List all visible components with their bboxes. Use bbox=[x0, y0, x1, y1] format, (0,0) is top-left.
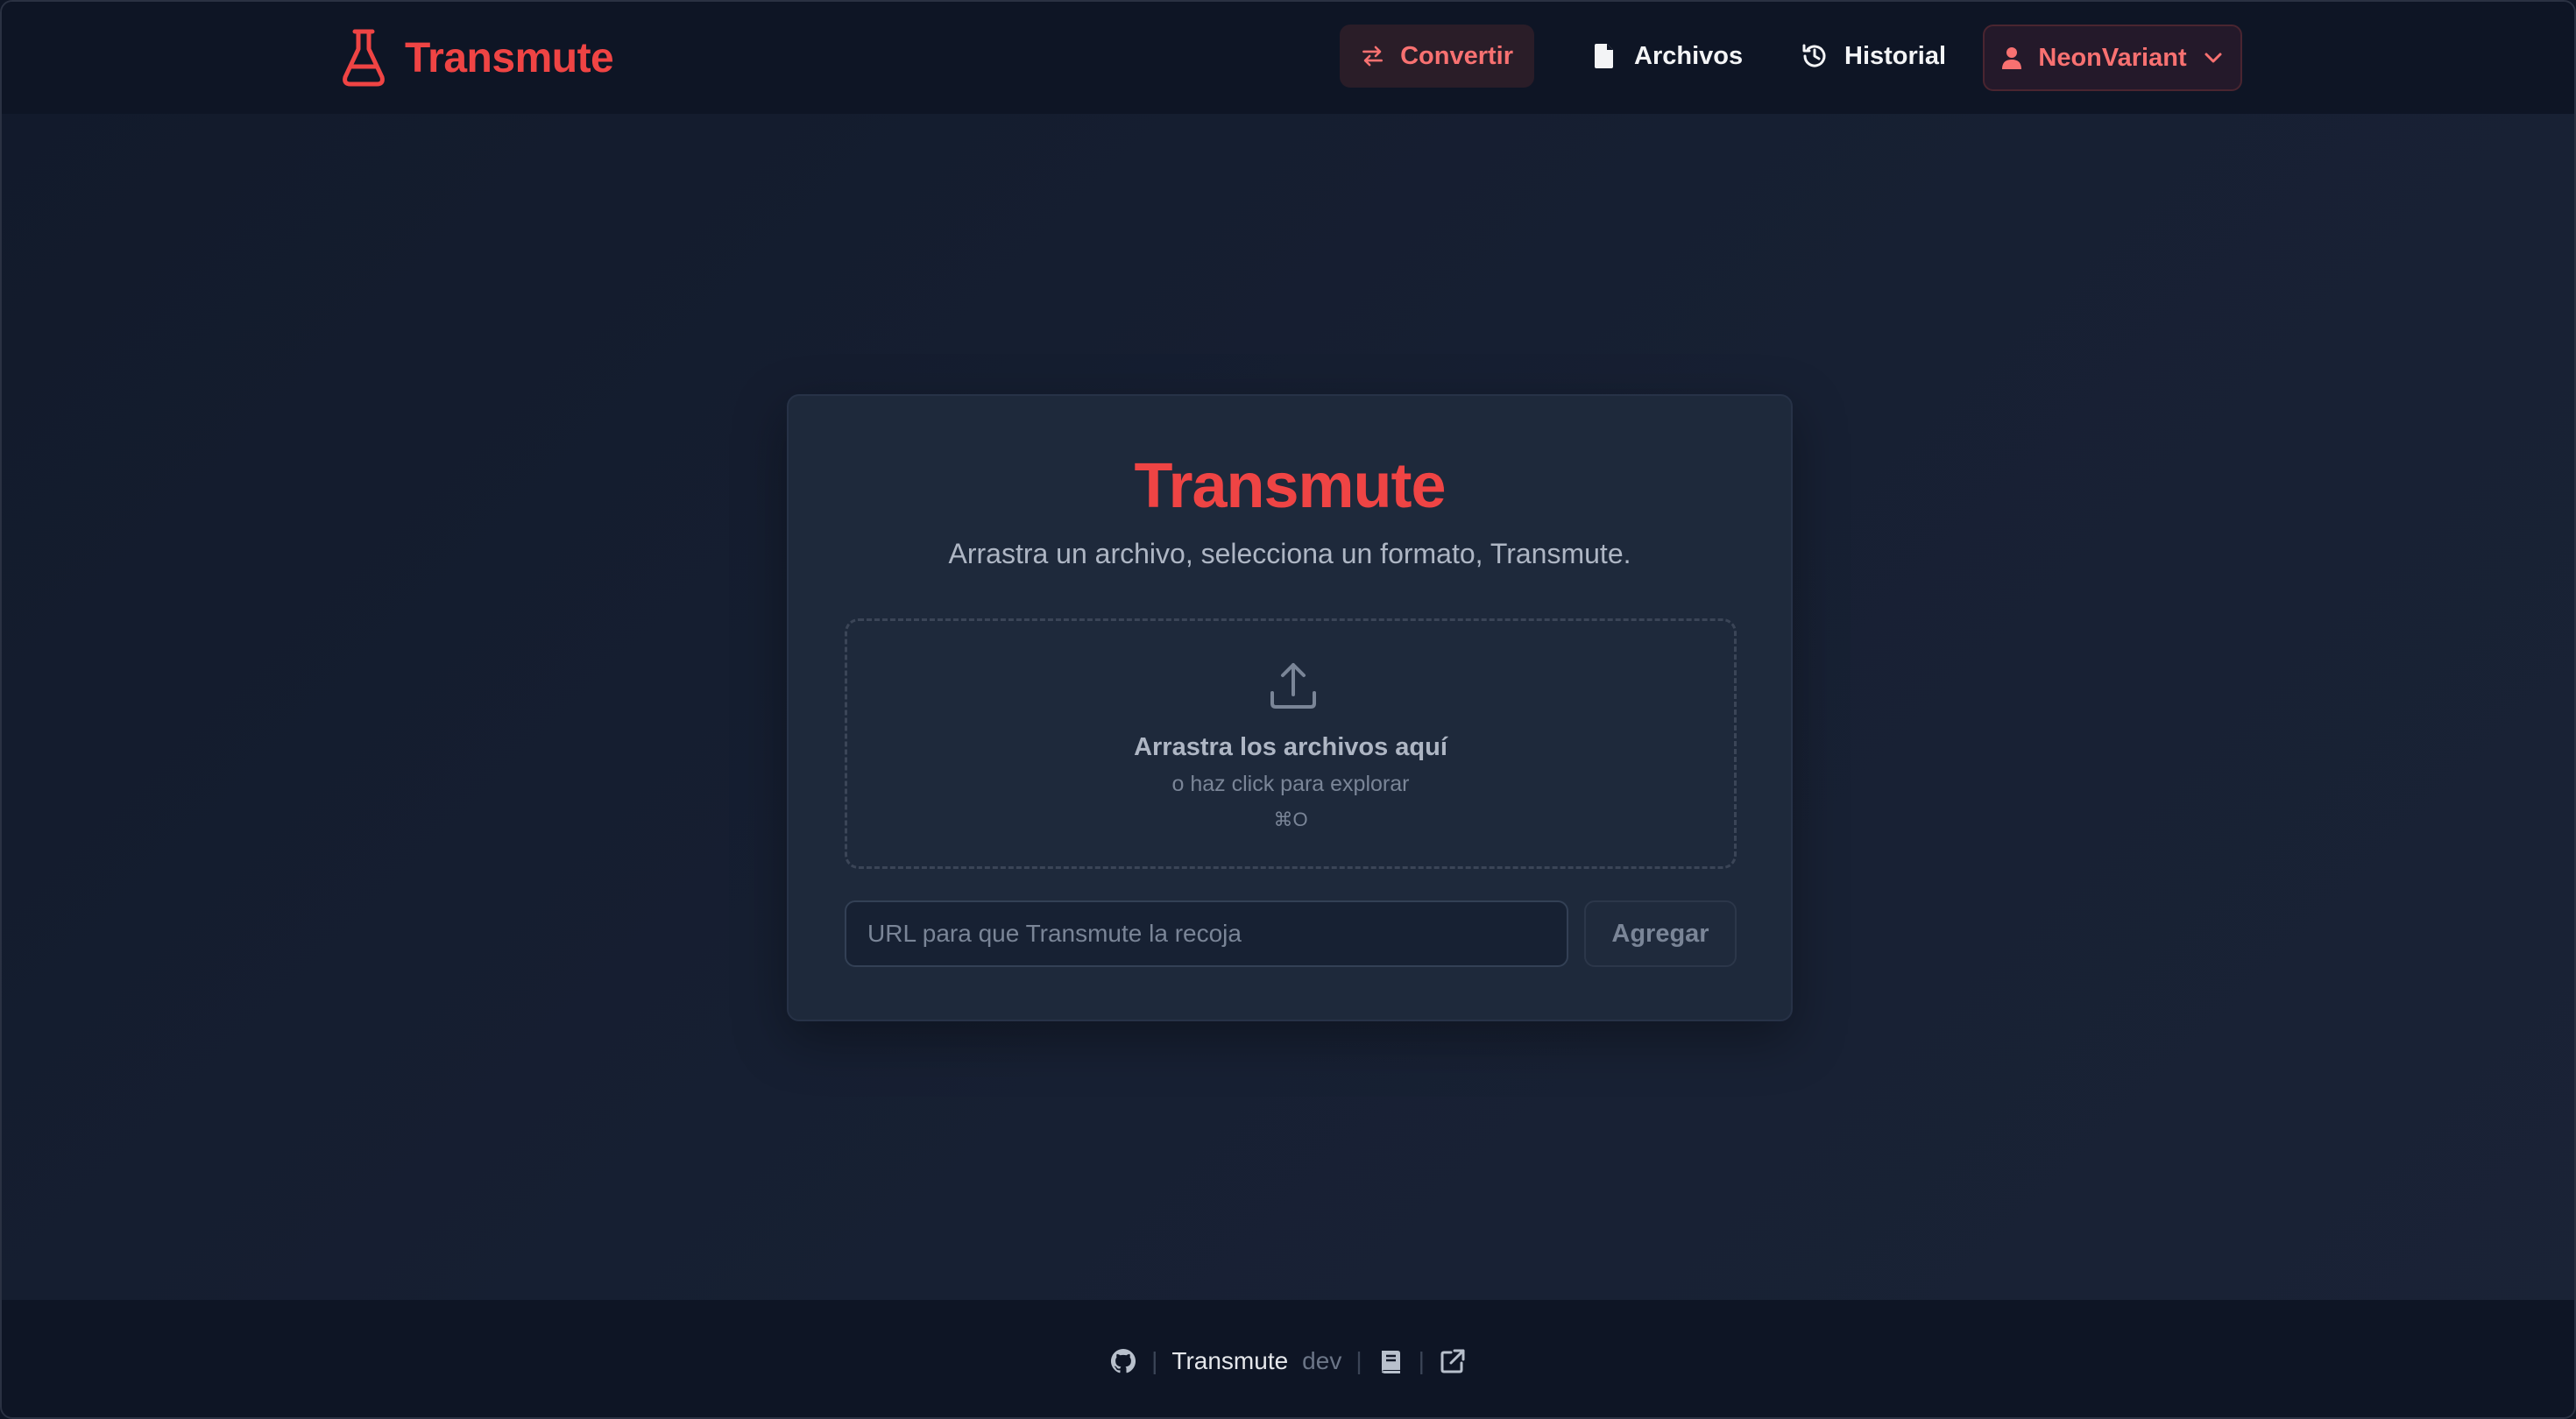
external-link-icon[interactable] bbox=[1439, 1347, 1467, 1375]
dropzone-subtitle: o haz click para explorar bbox=[1171, 772, 1410, 796]
book-icon[interactable] bbox=[1376, 1347, 1405, 1375]
app-window: Transmute Convertir Archivos Historial N… bbox=[0, 0, 2576, 1419]
history-icon bbox=[1802, 44, 1826, 67]
user-icon bbox=[2002, 47, 2022, 69]
brand-name: Transmute bbox=[405, 34, 614, 81]
card-title: Transmute bbox=[1134, 451, 1446, 521]
card-subtitle: Arrastra un archivo, selecciona un forma… bbox=[948, 538, 1631, 569]
footer-app-name: Transmute bbox=[1171, 1347, 1289, 1374]
footer-separator: | bbox=[1418, 1347, 1425, 1374]
url-input[interactable] bbox=[845, 900, 1568, 967]
brand-link[interactable]: Transmute bbox=[340, 26, 614, 89]
add-url-button[interactable]: Agregar bbox=[1584, 900, 1737, 967]
file-icon bbox=[1595, 44, 1613, 68]
nav-archivos[interactable]: Archivos bbox=[1569, 25, 1764, 88]
arrows-exchange-icon bbox=[1362, 46, 1383, 67]
flask-icon bbox=[343, 29, 385, 87]
nav-convertir[interactable]: Convertir bbox=[1340, 25, 1534, 88]
user-menu-button[interactable]: NeonVariant bbox=[1983, 25, 2242, 91]
github-icon[interactable] bbox=[1109, 1347, 1137, 1375]
footer-separator: | bbox=[1355, 1347, 1362, 1374]
nav-historial-label: Historial bbox=[1844, 41, 1947, 70]
user-name: NeonVariant bbox=[2038, 43, 2187, 72]
footer-separator: | bbox=[1151, 1347, 1158, 1374]
top-navbar: Transmute Convertir Archivos Historial N… bbox=[2, 2, 2574, 114]
footer: | Transmute dev | | bbox=[2, 1300, 2574, 1417]
nav-archivos-label: Archivos bbox=[1634, 41, 1744, 70]
upload-card: Transmute Arrastra un archivo, seleccion… bbox=[787, 394, 1793, 1021]
footer-version: dev bbox=[1302, 1347, 1342, 1374]
dropzone-shortcut: ⌘O bbox=[1273, 808, 1308, 830]
dropzone-title: Arrastra los archivos aquí bbox=[1134, 733, 1447, 761]
upload-icon bbox=[1270, 663, 1316, 709]
chevron-down-icon bbox=[2204, 53, 2222, 63]
file-dropzone[interactable]: Arrastra los archivos aquí o haz click p… bbox=[845, 618, 1737, 869]
footer-row: | Transmute dev | | bbox=[2, 1335, 2574, 1387]
nav-convertir-label: Convertir bbox=[1400, 41, 1513, 70]
nav-historial[interactable]: Historial bbox=[1780, 25, 1967, 88]
